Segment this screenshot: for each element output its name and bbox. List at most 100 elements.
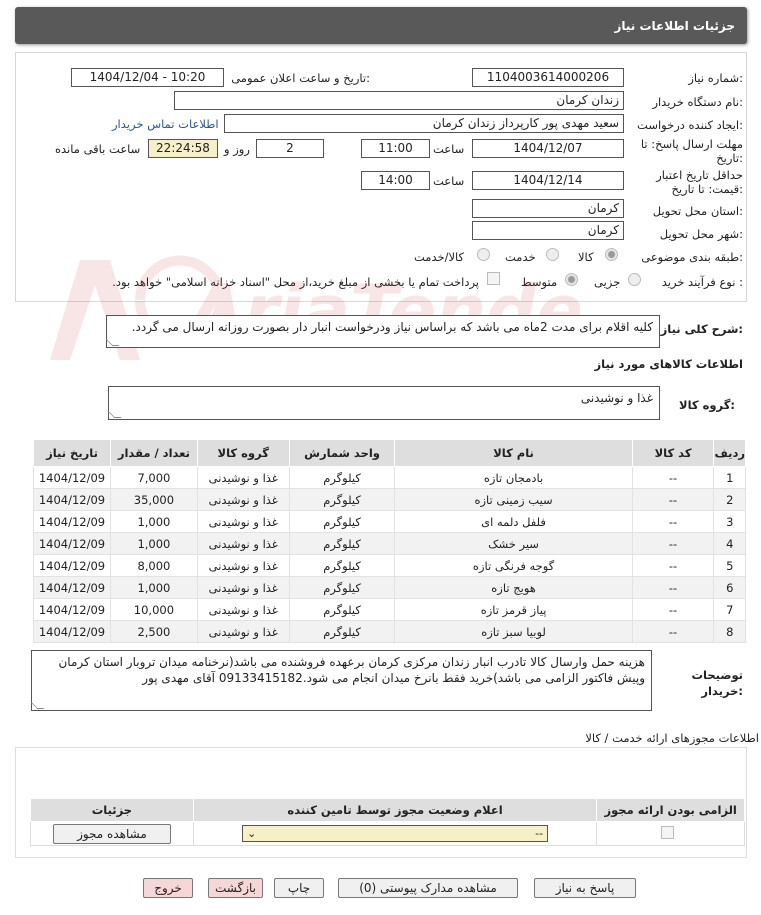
process-radio-small[interactable] [628, 273, 641, 289]
col-row: ردیف [713, 439, 746, 467]
process-option-medium: متوسط [521, 275, 558, 289]
treasury-checkbox[interactable] [487, 272, 500, 288]
cell-date: 1404/12/09 [33, 598, 111, 621]
table-row[interactable]: 7 -- پیاز قرمز تازه کیلوگرم غذا و نوشیدنی 10,… [33, 598, 746, 621]
table-row[interactable]: 4 -- سیر خشک کیلوگرم غذا و نوشیدنی 1,000 1404/… [33, 532, 746, 555]
cell-date: 1404/12/09 [33, 554, 111, 577]
category-radio-service[interactable] [546, 248, 559, 264]
buyer-org-label: نام دستگاه خریدار: [652, 95, 743, 109]
goods-table-body: 1 -- بادمجان تازه کیلوگرم غذا و نوشیدنی 7,000… [33, 466, 746, 643]
cell-group: غذا و نوشیدنی [196, 488, 290, 511]
cell-unit: کیلوگرم [288, 598, 396, 621]
cell-code: -- [631, 576, 715, 599]
buyer-contact-link[interactable]: اطلاعات تماس خریدار [112, 117, 219, 131]
buyer-org-field[interactable]: زندان کرمان [174, 91, 624, 110]
cell-name: پیاز قرمز تازه [394, 598, 633, 621]
requester-field[interactable]: سعید مهدی پور کارپرداز زندان کرمان [224, 114, 624, 133]
deadline-time-field[interactable]: 11:00 [361, 139, 430, 158]
validity-label-2: قیمت: تا تاریخ: [671, 182, 743, 196]
validity-time-field[interactable]: 14:00 [361, 171, 430, 190]
requester-label: ایجاد کننده درخواست: [637, 118, 743, 132]
cell-qty: 8,000 [110, 554, 198, 577]
lic-details-cell: مشاهده مجوز [30, 821, 194, 846]
lic-required-cell [596, 821, 745, 846]
cell-group: غذا و نوشیدنی [196, 532, 290, 555]
col-date: تاریخ نیاز [33, 439, 111, 467]
buyer-notes-textarea[interactable]: هزینه حمل وارسال کالا تادرب انبار زندان … [30, 650, 652, 711]
days-field[interactable]: 2 [256, 139, 324, 158]
cell-qty: 1,000 [110, 532, 198, 555]
category-radio-both[interactable] [477, 248, 490, 264]
print-button[interactable]: چاپ [274, 878, 324, 898]
resize-grip-icon[interactable] [30, 702, 45, 709]
cell-name: فلفل دلمه ای [394, 510, 633, 533]
cell-name: گوجه فرنگی تازه [394, 554, 633, 577]
cell-code: -- [631, 488, 715, 511]
licenses-header-row: الزامی بودن ارائه مجوز اعلام وضعیت مجوز … [30, 798, 745, 822]
announce-field[interactable]: 1404/12/04 - 10:20 [71, 68, 224, 87]
cell-unit: کیلوگرم [288, 554, 396, 577]
cell-name: سیب زمینی تازه [394, 488, 633, 511]
cell-group: غذا و نوشیدنی [196, 576, 290, 599]
need-number-field[interactable]: 1104003614000206 [472, 68, 624, 87]
resize-grip-icon[interactable] [107, 411, 122, 418]
page-title: جزئیات اطلاعات نیاز [614, 19, 735, 33]
view-license-button[interactable]: مشاهده مجوز [52, 823, 171, 844]
province-field[interactable]: کرمان [472, 199, 624, 218]
resize-grip-icon[interactable] [105, 339, 120, 346]
lic-col-status: اعلام وضعیت مجوز توسط تامین کننده [192, 798, 598, 822]
buyer-notes-label: توضیحات [691, 668, 744, 682]
cell-group: غذا و نوشیدنی [196, 598, 290, 621]
process-label: نوع فرآیند خرید : [661, 275, 743, 289]
goods-group-textarea[interactable]: غذا و نوشیدنی [107, 386, 660, 420]
col-unit: واحد شمارش [288, 439, 396, 467]
chevron-down-icon: ⌄ [247, 827, 257, 840]
cell-n: 8 [713, 620, 746, 643]
table-row[interactable]: 8 -- لوبیا سبز تازه کیلوگرم غذا و نوشیدنی 2,5… [33, 620, 746, 643]
buyer-notes-label-2: خریدار: [701, 684, 743, 698]
category-radio-goods[interactable] [605, 248, 618, 264]
cell-qty: 2,500 [110, 620, 198, 643]
licenses-section-title: اطلاعات مجوزهای ارائه خدمت / کالا [585, 731, 759, 745]
table-row[interactable]: 6 -- هویج تازه کیلوگرم غذا و نوشیدنی 1,000 140… [33, 576, 746, 599]
cell-qty: 7,000 [110, 466, 198, 489]
respond-button[interactable]: پاسخ به نیاز [534, 878, 636, 898]
license-status-select[interactable]: ⌄ -- [242, 825, 549, 842]
cell-qty: 10,000 [110, 598, 198, 621]
description-textarea[interactable]: کلیه اقلام برای مدت 2ماه می باشد که براس… [105, 315, 660, 348]
validity-date-field[interactable]: 1404/12/14 [472, 171, 624, 190]
province-label: استان محل تحویل: [652, 204, 743, 218]
deadline-label-2: تاریخ: [716, 151, 743, 165]
cell-name: لوبیا سبز تازه [394, 620, 633, 643]
remaining-time-field: 22:24:58 [148, 139, 218, 158]
process-radio-medium[interactable] [565, 273, 578, 289]
cell-n: 4 [713, 532, 746, 555]
cell-name: هویج تازه [394, 576, 633, 599]
cell-unit: کیلوگرم [288, 510, 396, 533]
deadline-time-label: ساعت [433, 142, 465, 156]
cell-code: -- [631, 598, 715, 621]
deadline-date-field[interactable]: 1404/12/07 [472, 139, 624, 158]
exit-button[interactable]: خروج [143, 878, 193, 898]
table-row[interactable]: 5 -- گوجه فرنگی تازه کیلوگرم غذا و نوشیدنی 8,… [33, 554, 746, 577]
table-row[interactable]: 1 -- بادمجان تازه کیلوگرم غذا و نوشیدنی 7,000… [33, 466, 746, 489]
days-label: روز و [224, 142, 250, 156]
cell-date: 1404/12/09 [33, 466, 111, 489]
goods-group-text: غذا و نوشیدنی [580, 391, 653, 405]
lic-col-details: جزئیات [30, 798, 194, 822]
category-label: طبقه بندی موضوعی: [641, 250, 743, 264]
cell-code: -- [631, 620, 715, 643]
table-row[interactable]: 2 -- سیب زمینی تازه کیلوگرم غذا و نوشیدنی 35,… [33, 488, 746, 511]
validity-time-label: ساعت [433, 174, 465, 188]
cell-group: غذا و نوشیدنی [196, 554, 290, 577]
city-field[interactable]: کرمان [472, 221, 624, 240]
back-button[interactable]: بازگشت [208, 878, 263, 898]
cell-code: -- [631, 510, 715, 533]
cell-code: -- [631, 532, 715, 555]
validity-label: حداقل تاریخ اعتبار [656, 168, 743, 182]
description-label: شرح کلی نیاز: [660, 322, 743, 336]
category-option-both: کالا/خدمت [414, 250, 465, 264]
table-row[interactable]: 3 -- فلفل دلمه ای کیلوگرم غذا و نوشیدنی 1,000… [33, 510, 746, 533]
view-attachments-button[interactable]: مشاهده مدارک پیوستی (0) [338, 878, 518, 898]
remaining-label: ساعت باقی مانده [55, 142, 141, 156]
